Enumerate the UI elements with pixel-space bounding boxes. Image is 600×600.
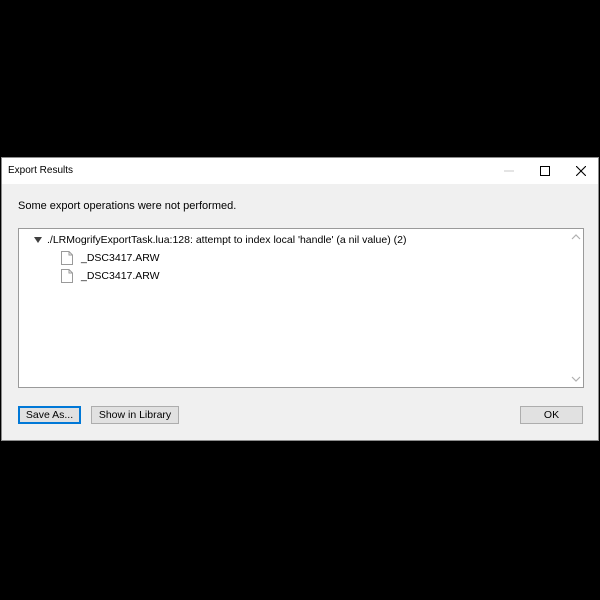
close-icon xyxy=(576,166,586,176)
show-in-library-button[interactable]: Show in Library xyxy=(91,406,179,424)
save-as-button[interactable]: Save As... xyxy=(18,406,81,424)
close-button[interactable] xyxy=(563,158,599,184)
file-name: _DSC3417.ARW xyxy=(81,252,160,264)
scroll-down-arrow-icon[interactable] xyxy=(571,375,581,383)
maximize-button[interactable] xyxy=(527,158,563,184)
status-message: Some export operations were not performe… xyxy=(18,200,237,212)
file-name: _DSC3417.ARW xyxy=(81,270,160,282)
maximize-icon xyxy=(540,166,550,176)
minimize-icon xyxy=(504,170,514,172)
list-item[interactable]: _DSC3417.ARW xyxy=(61,251,160,265)
minimize-button[interactable] xyxy=(491,158,527,184)
scroll-up-arrow-icon[interactable] xyxy=(571,233,581,241)
results-tree[interactable]: ./LRMogrifyExportTask.lua:128: attempt t… xyxy=(18,228,584,388)
list-item[interactable]: _DSC3417.ARW xyxy=(61,269,160,283)
title-bar[interactable]: Export Results xyxy=(2,158,598,184)
file-icon xyxy=(61,269,73,283)
error-label: ./LRMogrifyExportTask.lua:128: attempt t… xyxy=(47,234,407,246)
expand-triangle-icon[interactable] xyxy=(33,234,43,246)
ok-button[interactable]: OK xyxy=(520,406,583,424)
export-results-dialog: Export Results Some export operations we… xyxy=(1,157,599,441)
dialog-title: Export Results xyxy=(8,165,74,176)
file-icon xyxy=(61,251,73,265)
error-tree-node[interactable]: ./LRMogrifyExportTask.lua:128: attempt t… xyxy=(33,233,406,247)
